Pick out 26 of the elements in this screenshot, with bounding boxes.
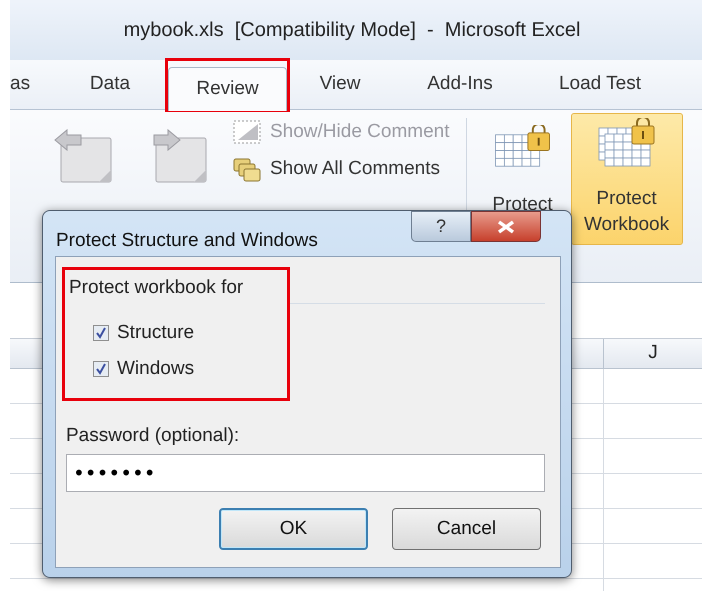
ribbon-tab[interactable]: as	[10, 60, 55, 109]
close-button[interactable]	[471, 211, 541, 242]
check-icon	[95, 363, 107, 376]
password-field[interactable]: •••••••	[66, 454, 545, 492]
protect-button[interactable]: Protect Workbook	[570, 113, 683, 245]
help-button[interactable]: ?	[411, 211, 471, 242]
check-icon	[95, 326, 107, 339]
ribbon-tab[interactable]: Data	[55, 60, 165, 109]
checkbox-label[interactable]: Windows	[117, 355, 194, 384]
close-icon	[496, 218, 516, 234]
ribbon-tab[interactable]: Load Test	[530, 60, 670, 109]
checkbox-label[interactable]: Structure	[117, 318, 194, 347]
ribbon-tab[interactable]: Add-Ins	[390, 60, 530, 109]
ribbon-tab[interactable]: Review	[168, 67, 287, 111]
checkbox[interactable]	[93, 324, 109, 341]
dialog-button[interactable]: Cancel	[392, 508, 541, 550]
ribbon-command[interactable]: Show All Comments	[270, 154, 440, 183]
ribbon-tab[interactable]: View	[290, 60, 390, 109]
password-label: Password (optional):	[66, 424, 240, 448]
column-header[interactable]: J	[603, 339, 702, 368]
comment-icon	[232, 118, 262, 146]
dialog-button[interactable]: OK	[219, 508, 368, 550]
dialog-title: Protect Structure and Windows	[56, 229, 319, 253]
checkbox[interactable]	[93, 361, 109, 378]
window-title: mybook.xls [Compatibility Mode] - Microsoft Excel	[124, 18, 580, 43]
group-label: Protect workbook for	[69, 276, 244, 300]
